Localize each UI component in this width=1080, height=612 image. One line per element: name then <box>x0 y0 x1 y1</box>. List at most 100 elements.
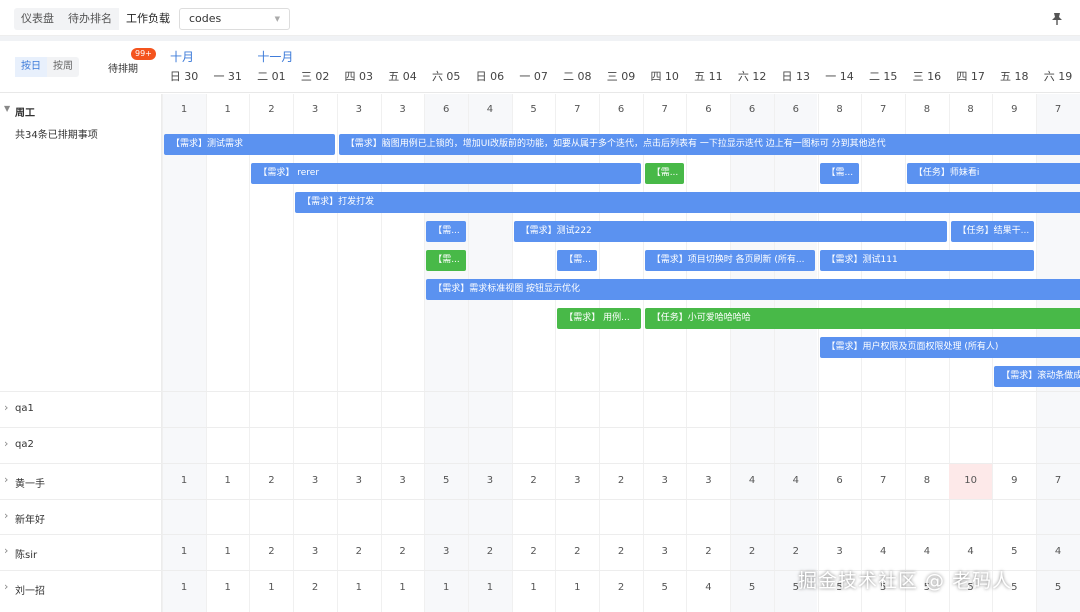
workload-count: 1 <box>530 582 537 593</box>
top-bar: 仪表盘 待办排名 工作负载 codes ▼ <box>0 0 1080 36</box>
row-divider <box>0 391 162 392</box>
workload-count: 1 <box>268 582 275 593</box>
task-bar[interactable]: 【需求】脑图用例已上锁的，增加UI改版前的功能，如要从属于多个迭代，点击后列表有… <box>338 134 1080 155</box>
workload-count: 6 <box>748 104 756 115</box>
workload-count: 7 <box>880 475 887 486</box>
workload-count: 1 <box>180 546 188 557</box>
workload-count: 6 <box>443 104 450 115</box>
workload-count: 5 <box>661 582 668 593</box>
day-label: 六 12 <box>737 70 767 83</box>
row-divider <box>162 499 1080 500</box>
chevron-right-icon[interactable]: › <box>4 580 8 593</box>
workload-count: 5 <box>1054 582 1062 593</box>
workload-count: 2 <box>792 546 799 557</box>
by-day-button[interactable]: 按日 <box>15 57 47 77</box>
workload-count: 6 <box>836 475 843 486</box>
workload-count: 4 <box>792 475 799 486</box>
task-bar[interactable]: 【需求】打发打发 <box>295 192 1080 213</box>
summary-text: 共34条已排期事项 <box>15 130 98 141</box>
task-bar[interactable]: 【需求】需求标准视图 按钮显示优化 <box>426 279 1080 300</box>
day-label: 三 02 <box>300 70 330 83</box>
pending-count-badge: 99+ <box>131 48 156 60</box>
day-label: 日 13 <box>781 70 811 83</box>
task-bar[interactable]: 【需... <box>426 221 466 242</box>
workload-count: 1 <box>443 582 450 593</box>
row-divider <box>162 427 1080 428</box>
task-bar[interactable]: 【需求】测试需求 <box>164 134 335 155</box>
day-label: 四 10 <box>650 70 679 83</box>
workload-count: 3 <box>399 475 406 486</box>
month-label: 十一月 <box>257 50 294 64</box>
task-bar[interactable]: 【需求】滚动条做成 <box>994 366 1080 387</box>
workload-count: 1 <box>355 582 362 593</box>
task-bar[interactable]: 【需... <box>557 250 597 271</box>
chevron-down-icon: ▼ <box>274 15 280 23</box>
task-bar[interactable]: 【任务】结果干... <box>950 221 1034 242</box>
row-divider <box>162 534 1080 535</box>
row-divider <box>0 570 162 571</box>
member-name: 周工 <box>15 108 35 119</box>
day-label: 四 03 <box>344 70 374 83</box>
workload-count: 1 <box>224 546 231 557</box>
workload-count: 1 <box>574 582 581 593</box>
workload-count: 2 <box>355 546 362 557</box>
row-divider <box>0 499 162 500</box>
by-week-button[interactable]: 按周 <box>47 57 79 77</box>
workload-count: 2 <box>268 546 275 557</box>
workload-count: 2 <box>268 475 275 486</box>
day-label: 三 16 <box>912 70 942 83</box>
tab-workload[interactable]: 工作负载 <box>119 8 177 30</box>
member-name: 陈sir <box>15 550 38 561</box>
workload-count: 6 <box>792 104 799 115</box>
day-label: 五 04 <box>388 70 417 83</box>
workload-count: 4 <box>967 546 974 557</box>
task-bar[interactable]: 【需... <box>819 163 860 184</box>
workload-count: 2 <box>617 475 625 486</box>
chevron-right-icon[interactable]: › <box>4 437 8 450</box>
task-bar[interactable]: 【任务】师妹看i <box>906 163 1080 184</box>
day-label: 五 18 <box>1000 70 1029 83</box>
pending-schedule-button[interactable]: 待排期 <box>108 60 138 75</box>
chevron-down-icon[interactable]: ▼ <box>4 104 10 113</box>
task-bar[interactable]: 【需求】用户权限及页面权限处理 (所有人) <box>819 337 1080 358</box>
task-bar[interactable]: 【需求】 用例... <box>557 308 641 329</box>
workload-count: 2 <box>486 546 494 557</box>
row-divider <box>162 391 1080 392</box>
task-bar[interactable]: 【需求】测试222 <box>513 221 947 242</box>
chevron-right-icon[interactable]: › <box>4 473 8 486</box>
task-bar[interactable]: 【任务】小可爱哈哈哈哈 <box>644 308 1080 329</box>
chevron-right-icon[interactable]: › <box>4 544 8 557</box>
workload-count: 4 <box>1054 546 1062 557</box>
workload-count: 4 <box>923 546 931 557</box>
row-divider <box>0 427 162 428</box>
workload-count: 3 <box>574 475 581 486</box>
workload-count: 2 <box>705 546 712 557</box>
tab-dashboard[interactable]: 仪表盘 <box>14 8 61 30</box>
tab-todo-ranking[interactable]: 待办排名 <box>61 8 119 30</box>
workload-count: 3 <box>399 104 406 115</box>
day-label: 三 09 <box>606 70 636 83</box>
task-bar[interactable]: 【需... <box>644 163 685 184</box>
member-column: ▼ 周工 共34条已排期事项 › qa1 › qa2 › 黄一手 › 新年好 › 陈sir › 刘一招 <box>0 94 162 612</box>
task-bar[interactable]: 【需求】项目切换时 各页刷新 (所有... <box>644 250 816 271</box>
project-select[interactable]: codes ▼ <box>179 8 290 30</box>
workload-count: 8 <box>923 104 931 115</box>
workload-count: 6 <box>705 104 712 115</box>
workload-count: 1 <box>180 475 188 486</box>
workload-count: 7 <box>1054 475 1062 486</box>
workload-count: 7 <box>574 104 581 115</box>
workload-count: 3 <box>311 475 319 486</box>
workload-count: 3 <box>311 104 319 115</box>
chevron-right-icon[interactable]: › <box>4 401 8 414</box>
workload-count: 4 <box>880 546 887 557</box>
task-bar[interactable]: 【需... <box>426 250 466 271</box>
task-bar[interactable]: 【需求】 rerer <box>251 163 641 184</box>
workload-count: 3 <box>705 475 712 486</box>
workload-count: 1 <box>486 582 494 593</box>
pin-icon[interactable] <box>1051 11 1063 30</box>
task-bar[interactable]: 【需求】测试111 <box>819 250 1034 271</box>
workload-count: 2 <box>530 546 537 557</box>
chevron-right-icon[interactable]: › <box>4 509 8 522</box>
workload-count: 8 <box>836 104 843 115</box>
workload-count: 3 <box>486 475 494 486</box>
